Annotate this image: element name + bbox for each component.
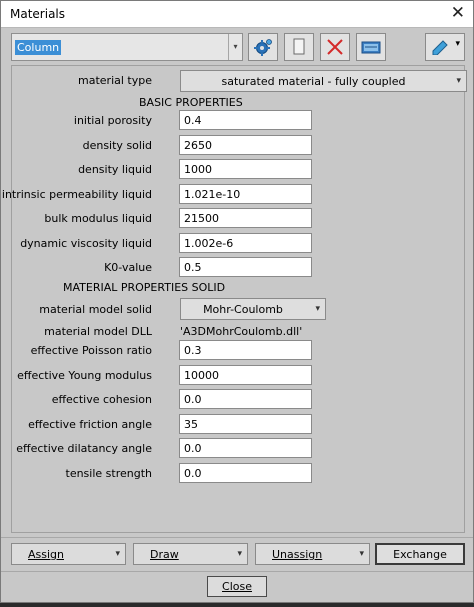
- material-model-dropdown[interactable]: Mohr-Coulomb ▾: [180, 298, 326, 320]
- assign-label: Assign: [28, 548, 64, 561]
- material-selector-value[interactable]: Column: [15, 40, 62, 55]
- field-input[interactable]: 0.3: [179, 340, 312, 360]
- field-label: dynamic viscosity liquid: [20, 236, 152, 250]
- chevron-down-icon: ▾: [456, 76, 461, 86]
- field-input[interactable]: 35: [179, 413, 312, 434]
- chevron-down-icon: ▾: [115, 549, 120, 559]
- field-input[interactable]: 0.5: [179, 257, 312, 277]
- field-input[interactable]: 1.021e-10: [179, 183, 312, 204]
- unassign-button[interactable]: Unassign ▾: [255, 543, 370, 565]
- field-input[interactable]: 1.002e-6: [179, 232, 312, 253]
- field-input[interactable]: 0.0: [179, 438, 312, 458]
- field-input[interactable]: 0.0: [179, 462, 312, 483]
- material-type-dropdown[interactable]: saturated material - fully coupled ▾: [180, 70, 467, 92]
- exchange-button[interactable]: Exchange: [375, 543, 465, 565]
- field-label: tensile strength: [65, 466, 153, 480]
- edit-menu-icon: [431, 39, 449, 58]
- properties-button[interactable]: [248, 33, 278, 61]
- material-model-solid-label: material model solid: [39, 303, 152, 316]
- chevron-down-icon: ▾: [237, 549, 242, 559]
- material-model-dll-value: 'A3DMohrCoulomb.dll': [180, 325, 303, 338]
- field-input[interactable]: 1000: [179, 159, 312, 179]
- divider: [1, 537, 473, 538]
- edit-menu-button[interactable]: ▾: [425, 33, 465, 61]
- assign-button[interactable]: Assign ▾: [11, 543, 126, 565]
- field-label: K0-value: [104, 261, 152, 274]
- chevron-down-icon: ▾: [315, 304, 320, 314]
- field-label: effective dilatancy angle: [16, 442, 152, 455]
- close-button[interactable]: Close: [207, 576, 267, 597]
- window-title: Materials: [10, 7, 66, 21]
- field-label: effective Poisson ratio: [30, 344, 152, 357]
- title-bar: Materials ✕: [1, 1, 473, 28]
- field-label: density liquid: [78, 163, 152, 176]
- field-label: initial porosity: [73, 114, 152, 127]
- divider: [1, 571, 473, 572]
- chevron-down-icon[interactable]: ▾: [228, 34, 242, 60]
- materials-dialog: Materials ✕ Column ▾ ▾ material type sat…: [0, 0, 474, 603]
- material-type-value: saturated material - fully coupled: [221, 75, 406, 88]
- new-material-button[interactable]: [284, 33, 314, 61]
- preview-button[interactable]: [356, 33, 386, 61]
- field-input[interactable]: 2650: [179, 134, 312, 155]
- close-window-icon[interactable]: ✕: [451, 3, 465, 23]
- field-label: effective cohesion: [51, 393, 152, 406]
- field-label: intrinsic permeability liquid: [1, 187, 152, 201]
- field-label: density solid: [82, 138, 152, 152]
- exchange-label: Exchange: [393, 548, 447, 561]
- field-label: effective friction angle: [28, 417, 152, 431]
- field-input[interactable]: 21500: [179, 208, 312, 228]
- field-label: bulk modulus liquid: [44, 212, 152, 225]
- material-model-value: Mohr-Coulomb: [203, 303, 283, 316]
- material-selector[interactable]: Column ▾: [11, 33, 243, 61]
- draw-label: Draw: [150, 548, 179, 561]
- basic-properties-heading: BASIC PROPERTIES: [139, 96, 243, 109]
- field-input[interactable]: 10000: [179, 364, 312, 385]
- draw-button[interactable]: Draw ▾: [133, 543, 248, 565]
- properties-panel: material type saturated material - fully…: [2, 65, 467, 533]
- close-label: Close: [222, 580, 252, 593]
- material-model-dll-label: material model DLL: [44, 325, 152, 338]
- chevron-down-icon: ▾: [455, 39, 460, 49]
- field-input[interactable]: 0.4: [179, 110, 312, 130]
- material-type-label: material type: [78, 74, 152, 87]
- field-input[interactable]: 0.0: [179, 389, 312, 409]
- field-label: effective Young modulus: [17, 368, 152, 382]
- unassign-label: Unassign: [272, 548, 323, 561]
- delete-material-button[interactable]: [320, 33, 350, 61]
- solid-properties-heading: MATERIAL PROPERTIES SOLID: [63, 281, 226, 294]
- chevron-down-icon: ▾: [359, 549, 364, 559]
